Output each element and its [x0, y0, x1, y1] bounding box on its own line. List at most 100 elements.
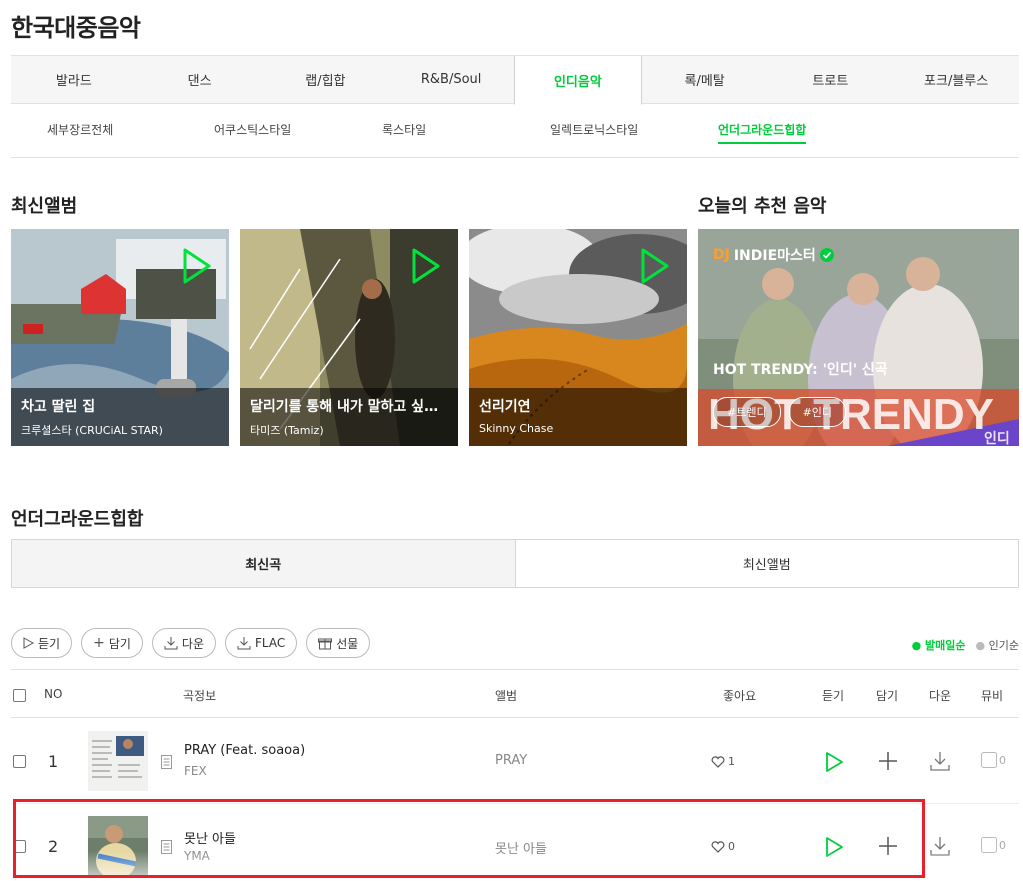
button-label: 선물	[336, 636, 359, 651]
recommend-side-text: 인디	[984, 430, 1010, 446]
subtab-underground-hiphop[interactable]: 언더그라운드힙합	[718, 121, 807, 144]
album-artist[interactable]: 크루셜스타 (CRUCiAL STAR)	[21, 422, 219, 438]
add-icon[interactable]	[878, 836, 898, 856]
gift-button[interactable]: 선물	[306, 628, 371, 658]
add-icon[interactable]	[878, 751, 898, 771]
album-name[interactable]: 선리기연	[479, 396, 677, 416]
recommend-playlist-title[interactable]: HOT TRENDY: '인디' 신곡	[713, 359, 888, 379]
play-icon[interactable]	[181, 247, 211, 285]
album-artist[interactable]: 타미즈 (Tamiz)	[250, 422, 448, 438]
album-artist[interactable]: Skinny Chase	[479, 422, 677, 435]
download-icon	[164, 637, 178, 650]
mv-count: 0	[999, 753, 1006, 767]
play-icon[interactable]	[824, 836, 844, 858]
col-download: 다운	[929, 689, 952, 703]
tab-rap-hiphop[interactable]: 랩/힙합	[263, 56, 389, 103]
tab-folk-blues[interactable]: 포크/블루스	[893, 56, 1019, 103]
heart-icon	[711, 840, 725, 853]
album-thumbnail[interactable]	[88, 816, 148, 876]
col-add: 담기	[876, 689, 899, 703]
table-row: 1 PRAY (Feat. soaoa) FEX PRAY 1 0	[11, 719, 1019, 804]
download-icon[interactable]	[929, 750, 951, 772]
row-checkbox[interactable]	[13, 840, 26, 853]
mv-icon	[981, 837, 997, 853]
artist-name[interactable]: FEX	[184, 764, 207, 778]
tab-dance[interactable]: 댄스	[137, 56, 263, 103]
download-icon[interactable]	[929, 835, 951, 857]
tab-trot[interactable]: 트로트	[768, 56, 894, 103]
col-mv: 뮤비	[981, 689, 1004, 703]
section-title: 언더그라운드힙합	[11, 509, 144, 530]
tab-ballad[interactable]: 발라드	[11, 56, 137, 103]
sort-by-date[interactable]: ● 발매일순	[912, 637, 966, 653]
download-icon	[237, 637, 251, 650]
button-label: 다운	[181, 636, 205, 651]
col-play: 듣기	[822, 689, 845, 703]
mv-icon	[981, 752, 997, 768]
page-title: 한국대중음악	[11, 14, 141, 42]
table-row: 2 못난 아들 YMA 못난 아들 0 0	[11, 804, 1019, 881]
album-caption: 차고 딸린 집 크루셜스타 (CRUCiAL STAR)	[11, 388, 229, 446]
button-label: 담기	[108, 636, 131, 651]
like-button[interactable]: 1	[711, 755, 735, 768]
album-name[interactable]: 차고 딸린 집	[21, 396, 219, 416]
subtab-rock-style[interactable]: 록스타일	[382, 121, 426, 142]
col-song: 곡정보	[183, 689, 217, 703]
album-thumbnail[interactable]	[88, 731, 148, 791]
rank: 2	[48, 837, 59, 856]
heart-icon	[711, 755, 725, 768]
play-icon[interactable]	[410, 247, 440, 285]
col-album: 앨범	[495, 689, 518, 703]
col-likes: 좋아요	[723, 689, 757, 703]
tab-latest-songs[interactable]: 최신곡	[12, 540, 516, 587]
song-title[interactable]: PRAY (Feat. soaoa)	[184, 743, 305, 758]
album-name[interactable]: 달리기를 통해 내가 말하고 싶은...	[250, 396, 448, 416]
row-checkbox[interactable]	[13, 755, 26, 768]
mv-button[interactable]: 0	[981, 837, 1006, 853]
sort-by-popularity[interactable]: ● 인기순	[976, 637, 1019, 653]
tag[interactable]: #인디	[788, 397, 847, 427]
list-tabs: 최신곡 최신앨범	[11, 539, 1019, 588]
sort-options: ● 발매일순 ● 인기순	[912, 637, 1019, 653]
button-label: 듣기	[38, 636, 61, 651]
tag[interactable]: #트렌디	[713, 397, 781, 427]
play-icon[interactable]	[639, 247, 669, 285]
album-card[interactable]: 선리기연 Skinny Chase	[469, 229, 687, 446]
artist-name[interactable]: YMA	[184, 849, 210, 863]
subtab-acoustic[interactable]: 어쿠스틱스타일	[214, 121, 291, 142]
album-card[interactable]: 달리기를 통해 내가 말하고 싶은... 타미즈 (Tamiz)	[240, 229, 458, 446]
recommend-tags: #트렌디 #인디	[713, 397, 847, 427]
tab-rock-metal[interactable]: 록/메탈	[642, 56, 768, 103]
play-selected-button[interactable]: 듣기	[11, 628, 73, 658]
lyrics-icon[interactable]	[161, 840, 172, 854]
like-count: 1	[728, 755, 735, 768]
col-no: NO	[44, 687, 63, 701]
verified-icon	[819, 248, 834, 262]
sub-genre-tabs: 세부장르전체 어쿠스틱스타일 록스타일 일렉트로닉스타일 언더그라운드힙합	[11, 104, 1019, 158]
mv-button[interactable]: 0	[981, 752, 1006, 768]
song-title[interactable]: 못난 아들	[184, 828, 236, 847]
add-selected-button[interactable]: + 담기	[81, 628, 143, 658]
album-name[interactable]: 못난 아들	[495, 838, 547, 857]
subtab-electronic[interactable]: 일렉트로닉스타일	[550, 121, 638, 142]
album-caption: 선리기연 Skinny Chase	[469, 388, 687, 446]
recommend-card[interactable]: HOT TRENDY 인디 DJ INDIE마스터 HOT TRENDY: '인…	[698, 229, 1019, 446]
tab-indie[interactable]: 인디음악	[514, 56, 642, 105]
subtab-all[interactable]: 세부장르전체	[47, 121, 113, 142]
rank: 1	[48, 752, 59, 771]
play-icon[interactable]	[824, 751, 844, 773]
dj-name[interactable]: INDIE마스터	[734, 245, 816, 265]
table-header: NO 곡정보 앨범 좋아요 듣기 담기 다운 뮤비	[11, 669, 1019, 718]
album-name[interactable]: PRAY	[495, 753, 527, 768]
like-button[interactable]: 0	[711, 840, 735, 853]
tab-rnb-soul[interactable]: R&B/Soul	[388, 56, 514, 103]
flac-download-button[interactable]: FLAC	[225, 628, 298, 658]
album-card[interactable]: 차고 딸린 집 크루셜스타 (CRUCiAL STAR)	[11, 229, 229, 446]
tab-latest-albums[interactable]: 최신앨범	[516, 540, 1019, 587]
select-all-checkbox[interactable]	[13, 689, 26, 702]
download-selected-button[interactable]: 다운	[151, 628, 217, 658]
latest-albums-title: 최신앨범	[11, 196, 78, 217]
lyrics-icon[interactable]	[161, 755, 172, 769]
gift-icon	[318, 638, 333, 650]
album-caption: 달리기를 통해 내가 말하고 싶은... 타미즈 (Tamiz)	[240, 388, 458, 446]
